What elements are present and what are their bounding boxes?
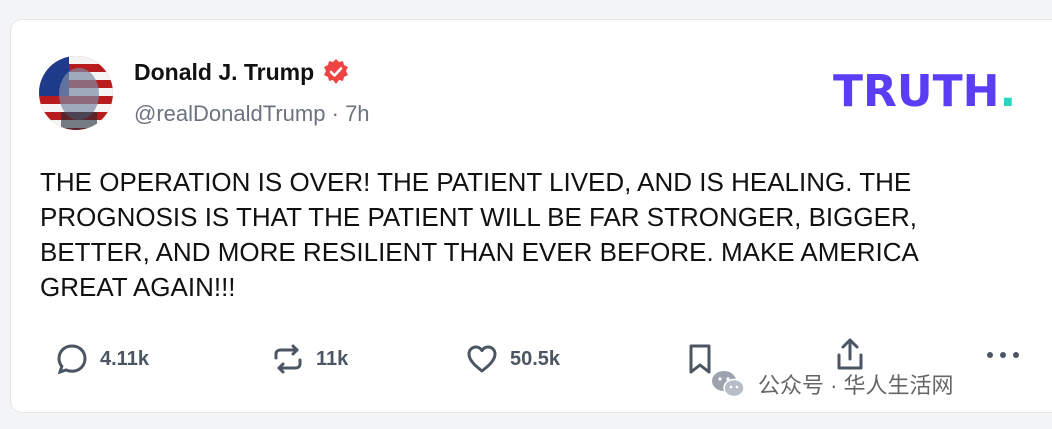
- post-text: THE OPERATION IS OVER! THE PATIENT LIVED…: [40, 167, 918, 302]
- like-count: 50.5k: [510, 347, 561, 370]
- truth-logo: TRUTH.: [833, 66, 1016, 117]
- reply-count: 4.11k: [100, 347, 149, 370]
- separator: ·: [331, 101, 339, 126]
- retruth-button[interactable]: 11k: [270, 341, 348, 377]
- logo-dot: .: [999, 66, 1017, 117]
- wechat-icon: [712, 371, 745, 398]
- handle[interactable]: @realDonaldTrump: [134, 101, 325, 126]
- like-icon: [467, 345, 497, 373]
- more-icon: [987, 352, 1019, 358]
- retruth-icon: [274, 344, 302, 374]
- watermark: 公众号 · 华人生活网: [710, 368, 954, 400]
- author-name[interactable]: Donald J. Trump: [134, 59, 314, 86]
- reply-icon: [57, 344, 87, 375]
- time-ago[interactable]: 7h: [345, 101, 369, 126]
- logo-text: TRUTH: [833, 66, 1000, 117]
- like-button[interactable]: 50.5k: [464, 341, 560, 377]
- watermark-text: 公众号 · 华人生活网: [758, 373, 954, 398]
- verified-badge-icon: [322, 58, 350, 86]
- reply-button[interactable]: 4.11k: [54, 341, 149, 377]
- retruth-count: 11k: [316, 347, 349, 370]
- avatar[interactable]: [39, 56, 113, 130]
- handle-row: @realDonaldTrump · 7h: [134, 101, 370, 127]
- more-button[interactable]: [985, 349, 1021, 361]
